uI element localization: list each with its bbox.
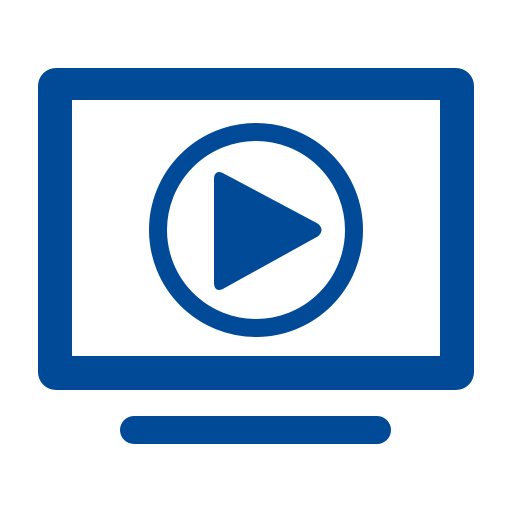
icon-canvas	[0, 0, 512, 512]
monitor-stand	[120, 416, 391, 444]
video-player-monitor-icon[interactable]	[0, 0, 512, 512]
